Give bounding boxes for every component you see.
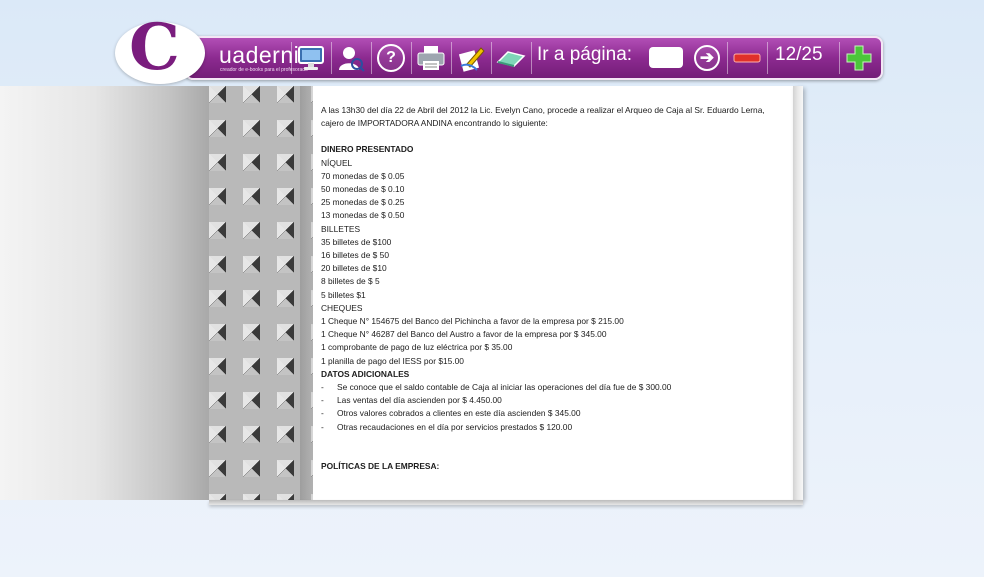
page-edge <box>793 86 803 500</box>
divider <box>451 42 452 74</box>
eraser-icon <box>496 51 526 67</box>
book-page: A las 13h30 del día 22 de Abril del 2012… <box>313 86 793 500</box>
section-heading: DATOS ADICIONALES <box>321 368 410 379</box>
goto-page-label: Ir a página: <box>537 44 633 65</box>
list-item: 16 billetes de $ 50 <box>321 250 389 261</box>
goto-page-input[interactable] <box>649 47 683 68</box>
list-item: 35 billetes de $100 <box>321 236 392 247</box>
user-search-icon <box>339 47 365 72</box>
bullet-text: Se conoce que el saldo contable de Caja … <box>337 382 672 393</box>
divider <box>371 42 372 74</box>
divider <box>839 42 840 74</box>
bullet-marker: - <box>321 421 324 432</box>
print-icon <box>417 46 445 70</box>
page-content: A las 13h30 del día 22 de Abril del 2012… <box>321 104 781 473</box>
page-bottom-edge <box>209 500 803 505</box>
goto-page-button[interactable]: ➔ <box>691 41 723 75</box>
toolbar-bar: uadernia creador de e-books para el prof… <box>185 36 883 80</box>
logo-letter: C <box>129 10 180 85</box>
bullet-marker: - <box>321 382 324 393</box>
list-item: 1 planilla de pago del IESS por $15.00 <box>321 355 464 366</box>
intro-paragraph: A las 13h30 del día 22 de Abril del 2012… <box>321 105 765 129</box>
divider <box>491 42 492 74</box>
bullet-text: Otros valores cobrados a clientes en est… <box>337 408 581 419</box>
divider <box>767 42 768 74</box>
list-item: 1 Cheque N° 46287 del Banco del Austro a… <box>321 329 607 340</box>
list-item: 20 billetes de $10 <box>321 263 387 274</box>
bullet-item: - Se conoce que el saldo contable de Caja… <box>321 381 781 394</box>
list-item: 25 monedas de $ 0.25 <box>321 197 405 208</box>
left-page-shadow <box>0 86 210 500</box>
list-item: 1 Cheque N° 154675 del Banco del Pichinc… <box>321 316 624 327</box>
divider <box>411 42 412 74</box>
bullet-item: - Las ventas del día ascienden por $ 4.45… <box>321 394 781 407</box>
bullet-item: - Otras recaudaciones en el día por servi… <box>321 421 781 434</box>
help-button[interactable]: ? <box>375 41 407 75</box>
fullscreen-button[interactable] <box>295 41 327 75</box>
logo[interactable]: C <box>115 16 205 84</box>
search-button[interactable] <box>335 41 367 75</box>
edit-button[interactable] <box>455 41 487 75</box>
list-item: 13 monedas de $ 0.50 <box>321 210 405 221</box>
divider <box>331 42 332 74</box>
subheading: CHEQUES <box>321 302 363 313</box>
bullet-item: - Otros valores cobrados a clientes en es… <box>321 407 781 420</box>
page-counter: 12/25 <box>775 44 823 65</box>
divider <box>291 42 292 74</box>
toolbar: uadernia creador de e-books para el prof… <box>115 16 883 86</box>
monitor-icon <box>298 46 324 70</box>
list-item: 8 billetes de $ 5 <box>321 276 380 287</box>
section-heading: DINERO PRESENTADO <box>321 144 414 155</box>
zoom-out-icon <box>733 53 761 63</box>
subheading: NÍQUEL <box>321 157 353 168</box>
edit-icon <box>458 47 485 72</box>
print-button[interactable] <box>415 41 447 75</box>
list-item: 70 monedas de $ 0.05 <box>321 170 405 181</box>
zoom-out-button[interactable] <box>731 41 763 75</box>
section-heading: POLÍTICAS DE LA EMPRESA: <box>321 460 440 471</box>
bullet-text: Las ventas del día ascienden por $ 4.450… <box>337 395 502 406</box>
zoom-in-icon <box>846 45 872 71</box>
bullet-marker: - <box>321 408 324 419</box>
bullet-marker: - <box>321 395 324 406</box>
list-item: 5 billetes $1 <box>321 289 366 300</box>
help-icon: ? <box>377 44 405 72</box>
zoom-in-button[interactable] <box>843 41 875 75</box>
go-arrow-icon: ➔ <box>694 45 720 71</box>
divider <box>727 42 728 74</box>
eraser-button[interactable] <box>495 41 527 75</box>
bullet-text: Otras recaudaciones en el día por servic… <box>337 421 573 432</box>
subheading: BILLETES <box>321 223 361 234</box>
list-item: 1 comprobante de pago de luz eléctrica p… <box>321 342 513 353</box>
divider <box>531 42 532 74</box>
list-item: 50 monedas de $ 0.10 <box>321 184 405 195</box>
